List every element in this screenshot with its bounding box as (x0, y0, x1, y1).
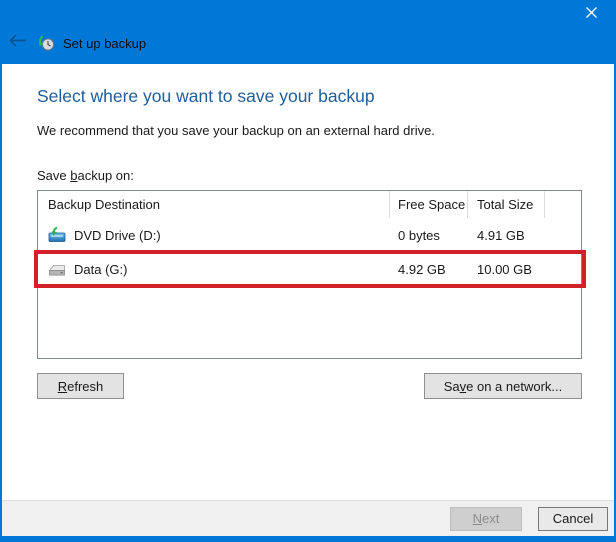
table-row-data-drive[interactable]: Data (G:) 4.92 GB 10.00 GB (38, 252, 581, 286)
close-icon (585, 6, 598, 24)
refresh-button[interactable]: Refresh (37, 373, 124, 399)
column-header-filler (545, 191, 581, 218)
save-on-network-button[interactable]: Save on a network... (424, 373, 582, 399)
drive-total-size: 10.00 GB (477, 261, 532, 277)
save-backup-on-label: Save backup on: (37, 168, 134, 183)
back-arrow-icon (9, 34, 27, 52)
destination-listview[interactable]: Backup Destination Free Space Total Size (37, 190, 582, 359)
recommendation-text: We recommend that you save your backup o… (37, 123, 435, 138)
close-button[interactable] (582, 6, 600, 24)
drive-free-space: 0 bytes (398, 227, 440, 243)
table-row-dvd-drive[interactable]: DVD Drive (D:) 0 bytes 4.91 GB (38, 218, 581, 252)
dvd-drive-icon (47, 227, 67, 243)
drive-name: Data (G:) (74, 261, 128, 277)
titlebar-nav: Set up backup (9, 34, 146, 52)
hard-drive-icon (47, 262, 67, 277)
drive-total-size: 4.91 GB (477, 227, 525, 243)
next-button[interactable]: Next (450, 506, 522, 531)
setup-backup-window: Set up backup Select where you want to s… (0, 0, 616, 542)
listview-header: Backup Destination Free Space Total Size (38, 191, 581, 218)
wizard-footer: Next Cancel (2, 500, 614, 536)
column-header-backup-destination[interactable]: Backup Destination (38, 191, 390, 218)
destination-list-wrap: Backup Destination Free Space Total Size (34, 190, 586, 359)
column-header-free-space[interactable]: Free Space (390, 191, 468, 218)
wizard-body: Select where you want to save your backu… (2, 64, 614, 500)
list-actions-row: Refresh Save on a network... (37, 373, 582, 399)
window-title: Set up backup (63, 35, 147, 51)
drive-free-space: 4.92 GB (398, 261, 446, 277)
page-title: Select where you want to save your backu… (37, 86, 375, 106)
column-header-total-size[interactable]: Total Size (468, 191, 545, 218)
back-button[interactable] (9, 34, 31, 52)
titlebar: Set up backup (0, 0, 616, 64)
drive-name: DVD Drive (D:) (74, 227, 161, 243)
cancel-button[interactable]: Cancel (538, 506, 608, 531)
backup-app-icon (38, 34, 55, 52)
